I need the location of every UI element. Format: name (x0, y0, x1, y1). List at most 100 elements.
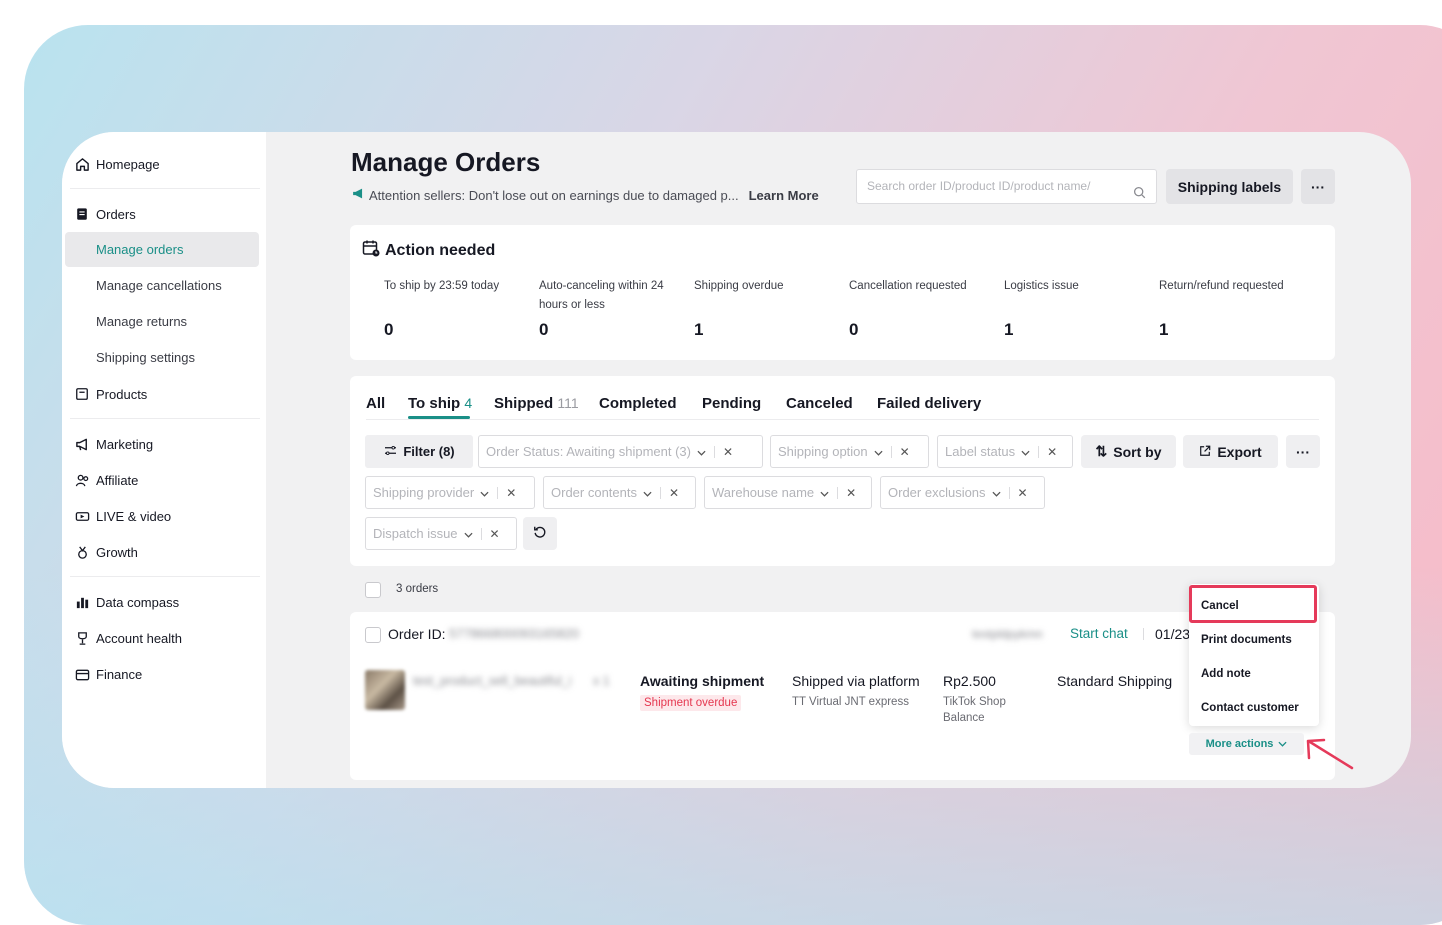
product-thumbnail[interactable] (365, 670, 405, 710)
order-exclusions-filter[interactable]: Order exclusions ✕ (880, 476, 1045, 509)
sidebar-item-finance[interactable]: Finance (74, 664, 142, 684)
chevron-down-icon (697, 444, 706, 459)
metric-return-refund[interactable]: Return/refund requested 1 (1159, 277, 1299, 339)
filter-value: Order exclusions (888, 485, 986, 500)
shipping-labels-button[interactable]: Shipping labels (1166, 169, 1293, 204)
metric-label: Return/refund requested (1159, 280, 1284, 292)
more-actions-button[interactable]: More actions (1189, 733, 1304, 755)
orders-filter-card: All To ship 4 Shipped 111 Completed Pend… (350, 376, 1335, 566)
metric-label: Cancellation requested (849, 280, 967, 292)
export-button[interactable]: Export (1183, 435, 1278, 468)
product-quantity: x 1 (593, 674, 610, 688)
order-checkbox[interactable] (365, 627, 381, 643)
close-icon[interactable]: ✕ (723, 445, 733, 459)
metric-cancellation-requested[interactable]: Cancellation requested 0 (849, 277, 989, 339)
learn-more-link[interactable]: Learn More (749, 188, 819, 203)
label-status-filter[interactable]: Label status ✕ (937, 435, 1073, 468)
metric-value: 0 (384, 320, 394, 339)
metric-auto-canceling[interactable]: Auto-canceling within 24 hours or less 0 (539, 277, 679, 339)
menu-item-print-documents[interactable]: Print documents (1201, 634, 1292, 646)
tab-completed[interactable]: Completed (599, 395, 677, 412)
warehouse-name-filter[interactable]: Warehouse name ✕ (704, 476, 872, 509)
trophy-icon (74, 630, 90, 646)
sidebar-item-account-health[interactable]: Account health (74, 628, 182, 648)
filter-button[interactable]: Filter (8) (365, 435, 473, 468)
tab-label: Pending (702, 395, 762, 412)
notice-text: Attention sellers: Don't lose out on ear… (369, 187, 739, 203)
metric-logistics-issue[interactable]: Logistics issue 1 (1004, 277, 1144, 339)
dispatch-issue-filter[interactable]: Dispatch issue ✕ (365, 517, 517, 550)
product-name[interactable]: test_product_sell_beautiful_i (413, 674, 571, 688)
tab-label: To ship (408, 395, 461, 412)
close-icon[interactable]: ✕ (669, 486, 679, 500)
start-chat-link[interactable]: Start chat (1070, 626, 1128, 641)
menu-item-add-note[interactable]: Add note (1201, 668, 1251, 680)
action-needed-header: Action needed (362, 239, 495, 262)
metric-to-ship-today[interactable]: To ship by 23:59 today 0 (384, 277, 524, 339)
tabs-divider (366, 419, 1319, 420)
buyer-username[interactable]: testpldpykmn (972, 627, 1043, 641)
attention-notice: Attention sellers: Don't lose out on ear… (351, 187, 819, 203)
sidebar-item-manage-cancellations[interactable]: Manage cancellations (96, 278, 222, 293)
order-status: Awaiting shipment (640, 673, 765, 689)
tab-failed-delivery[interactable]: Failed delivery (877, 395, 981, 412)
order-id-value[interactable]: 577866800093165820 (449, 626, 579, 641)
more-options-button[interactable]: ··· (1301, 169, 1335, 204)
sort-icon: ⇅ (1095, 443, 1108, 459)
sidebar-item-marketing[interactable]: Marketing (74, 434, 153, 454)
home-icon (74, 156, 90, 172)
close-icon[interactable]: ✕ (490, 527, 500, 541)
sidebar-item-live-video[interactable]: LIVE & video (74, 506, 171, 526)
sort-by-button[interactable]: ⇅ Sort by (1081, 435, 1176, 468)
sidebar-item-affiliate[interactable]: Affiliate (74, 470, 138, 490)
sidebar-item-data-compass[interactable]: Data compass (74, 592, 179, 612)
close-icon[interactable]: ✕ (506, 486, 516, 500)
filter-icon (384, 444, 397, 459)
shipping-option-filter[interactable]: Shipping option ✕ (770, 435, 929, 468)
sidebar-item-orders[interactable]: Orders (74, 204, 136, 224)
metric-label: Auto-canceling within 24 hours or less (539, 280, 664, 311)
sidebar-item-shipping-settings[interactable]: Shipping settings (96, 350, 195, 365)
tab-pending[interactable]: Pending (702, 395, 761, 412)
close-icon[interactable]: ✕ (900, 445, 910, 459)
tab-canceled[interactable]: Canceled (786, 395, 853, 412)
tab-shipped[interactable]: Shipped 111 (494, 395, 579, 412)
status-badge: Shipment overdue (640, 695, 742, 711)
tab-to-ship[interactable]: To ship 4 (408, 395, 472, 412)
sidebar-item-growth[interactable]: Growth (74, 542, 138, 562)
order-status-filter[interactable]: Order Status: Awaiting shipment (3) ✕ (478, 435, 763, 468)
metric-shipping-overdue[interactable]: Shipping overdue 1 (694, 277, 834, 339)
sidebar-item-homepage[interactable]: Homepage (74, 154, 160, 174)
sidebar-item-manage-returns[interactable]: Manage returns (96, 314, 187, 329)
sidebar-label: Affiliate (96, 472, 139, 488)
shipping-provider-filter[interactable]: Shipping provider ✕ (365, 476, 535, 509)
filter-more-button[interactable]: ··· (1286, 435, 1320, 468)
sidebar-item-manage-orders[interactable]: Manage orders (65, 232, 259, 267)
metric-value: 0 (849, 320, 859, 339)
search-input[interactable]: Search order ID/product ID/product name/ (856, 169, 1157, 204)
metric-label: To ship by 23:59 today (384, 280, 500, 292)
filter-value: Warehouse name (712, 485, 815, 500)
order-contents-filter[interactable]: Order contents ✕ (543, 476, 696, 509)
divider (1143, 628, 1144, 640)
tab-all[interactable]: All (366, 395, 385, 412)
close-icon[interactable]: ✕ (1018, 486, 1028, 500)
chevron-down-icon (992, 485, 1001, 500)
close-icon[interactable]: ✕ (1047, 445, 1057, 459)
sidebar-label: Growth (96, 544, 138, 560)
chevron-down-icon (464, 526, 473, 541)
search-icon[interactable] (1133, 179, 1146, 203)
metric-label: Logistics issue (1004, 280, 1079, 292)
order-price: Rp2.500 (943, 673, 996, 689)
calendar-icon (362, 239, 380, 262)
close-icon[interactable]: ✕ (846, 486, 856, 500)
divider (70, 576, 260, 577)
sidebar-label: Finance (96, 666, 143, 682)
select-all-checkbox[interactable] (365, 582, 381, 598)
sidebar-item-products[interactable]: Products (74, 384, 147, 404)
reset-filters-button[interactable] (523, 517, 557, 550)
menu-item-contact-customer[interactable]: Contact customer (1201, 702, 1299, 714)
divider (837, 486, 839, 499)
filter-label: Filter (8) (403, 444, 455, 459)
action-needed-title: Action needed (385, 241, 496, 259)
